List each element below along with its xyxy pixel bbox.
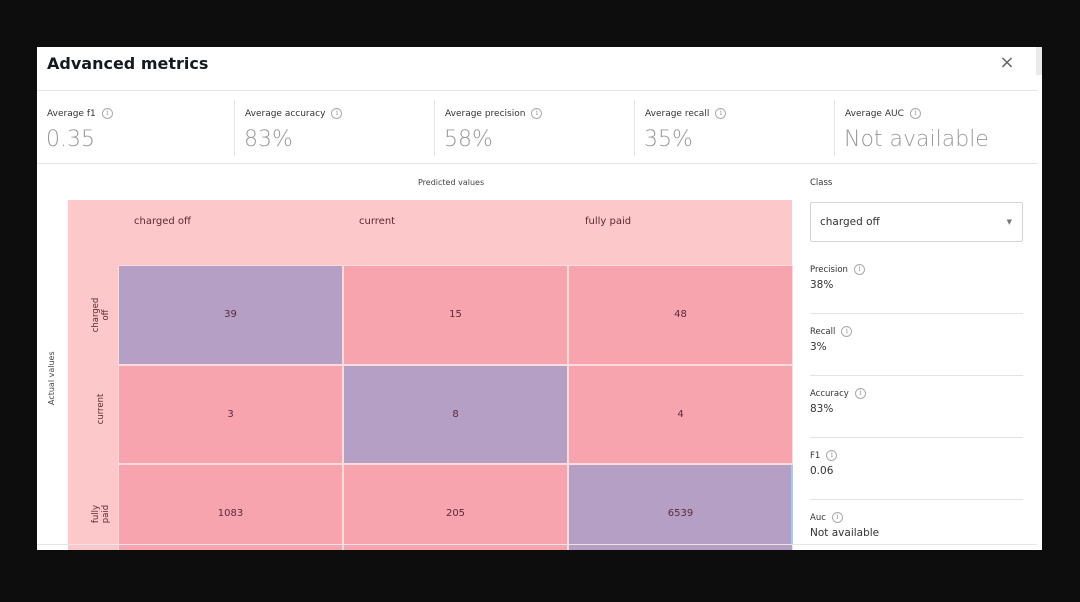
class-label: Class: [810, 178, 833, 188]
metric-value: 38%: [810, 279, 834, 291]
modal-title: Advanced metrics: [47, 54, 209, 73]
metric-label: Auc: [810, 513, 826, 523]
matrix-cell: 8: [343, 364, 568, 464]
column-label: fully paid: [585, 216, 632, 227]
summary-average-auc: Average AUC i Not available: [835, 100, 1037, 156]
matrix-cell: 48: [568, 265, 793, 365]
close-icon[interactable]: ×: [997, 53, 1017, 73]
info-icon[interactable]: i: [331, 108, 343, 119]
info-icon[interactable]: i: [853, 264, 865, 275]
summary-label: Average AUC: [845, 109, 904, 119]
matrix-cell: 4: [568, 364, 793, 464]
info-icon[interactable]: i: [854, 388, 866, 399]
column-label: current: [359, 216, 396, 227]
summary-average-accuracy: Average accuracy i 83%: [235, 100, 435, 156]
summary-average-recall: Average recall i 35%: [635, 100, 835, 156]
metric-value: Not available: [810, 527, 880, 539]
matrix-cell: 3: [118, 364, 343, 464]
summary-value: 35%: [644, 127, 693, 152]
summary-value: 83%: [244, 127, 293, 152]
summary-value: Not available: [844, 127, 989, 152]
info-icon[interactable]: i: [909, 108, 921, 119]
metric-label: Recall: [810, 327, 836, 337]
class-select[interactable]: charged off ▼: [810, 202, 1023, 242]
info-icon[interactable]: i: [531, 108, 543, 119]
matrix-cell: 1083: [118, 464, 343, 550]
metric-recall: Recall i 3%: [810, 314, 1023, 376]
metric-f1: F1 i 0.06: [810, 438, 1023, 500]
modal-header: Advanced metrics ×: [37, 47, 1037, 91]
metric-value: 0.06: [810, 465, 834, 477]
info-icon[interactable]: i: [101, 108, 113, 119]
y-axis-title: Actual values: [47, 351, 56, 405]
matrix-cell: 39: [118, 265, 343, 365]
matrix-cell: 15: [343, 265, 568, 365]
summary-value: 58%: [444, 127, 493, 152]
row-label: charged off: [91, 297, 111, 333]
summary-label: Average f1: [47, 109, 96, 119]
summary-label: Average recall: [645, 109, 710, 119]
metric-label: Accuracy: [810, 389, 849, 399]
info-icon[interactable]: i: [841, 326, 853, 337]
metric-precision: Precision i 38%: [810, 252, 1023, 314]
info-icon[interactable]: i: [715, 108, 727, 119]
metric-auc: Auc i Not available: [810, 500, 1023, 550]
matrix-cell: 6539: [568, 464, 793, 550]
metric-value: 83%: [810, 403, 834, 415]
footer-divider: [37, 544, 1037, 545]
summary-average-f1: Average f1 i 0.35: [37, 100, 235, 156]
info-icon[interactable]: i: [831, 512, 843, 523]
summary-metrics: Average f1 i 0.35 Average accuracy i 83% A…: [37, 92, 1037, 164]
metric-label: Precision: [810, 265, 848, 275]
row-label: fully paid: [91, 504, 111, 523]
matrix-cell: 205: [343, 464, 568, 550]
metric-accuracy: Accuracy i 83%: [810, 376, 1023, 438]
summary-label: Average precision: [445, 109, 526, 119]
selection-edge: [791, 465, 793, 545]
summary-average-precision: Average precision i 58%: [435, 100, 635, 156]
summary-value: 0.35: [46, 127, 95, 152]
advanced-metrics-modal: Advanced metrics × Average f1 i 0.35 Aver…: [37, 47, 1042, 550]
column-label: charged off: [134, 216, 191, 227]
row-label: current: [96, 393, 106, 425]
class-select-value: charged off: [820, 216, 880, 228]
info-icon[interactable]: i: [826, 450, 838, 461]
caret-down-icon: ▼: [1006, 218, 1012, 226]
summary-label: Average accuracy: [245, 109, 326, 119]
metric-value: 3%: [810, 341, 827, 353]
metric-label: F1: [810, 451, 821, 461]
x-axis-title: Predicted values: [418, 178, 485, 187]
